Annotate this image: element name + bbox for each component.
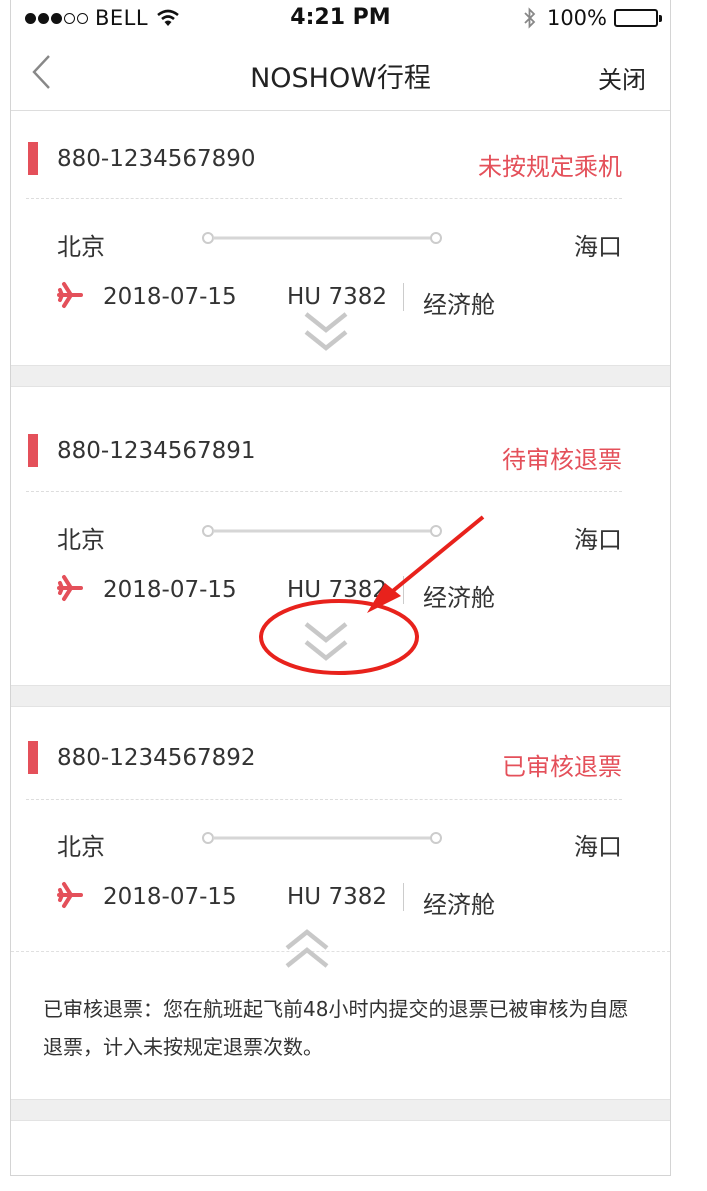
- route-line: [202, 232, 442, 244]
- cabin-class: 经济舱: [423, 291, 495, 319]
- origin-city: 北京: [57, 233, 105, 261]
- separator: [403, 283, 404, 311]
- cabin-class: 经济舱: [423, 584, 495, 612]
- route-line: [202, 832, 442, 844]
- status-explanation: 已审核退票：您在航班起飞前48小时内提交的退票已被审核为自愿退票，计入未按规定退…: [43, 997, 629, 1059]
- trip-status: 未按规定乘机: [478, 153, 622, 181]
- ticket-number: 880-1234567892: [57, 745, 256, 771]
- chevron-up-icon[interactable]: [284, 928, 330, 974]
- flight-date: 2018-07-15: [103, 884, 237, 910]
- card-separator: [11, 1099, 670, 1121]
- ticket-marker: [28, 741, 38, 774]
- divider: [26, 799, 622, 800]
- plane-icon: [57, 882, 83, 908]
- flight-number: HU 7382: [287, 284, 387, 310]
- flight-number: HU 7382: [287, 577, 387, 603]
- card-separator: [11, 365, 670, 387]
- plane-icon: [57, 282, 83, 308]
- card-separator: [11, 685, 670, 707]
- cabin-class: 经济舱: [423, 891, 495, 919]
- bluetooth-icon: [524, 7, 536, 29]
- separator: [403, 576, 404, 604]
- navigation-bar: NOSHOW行程 关闭: [11, 40, 670, 111]
- divider: [26, 491, 622, 492]
- flight-number: HU 7382: [287, 884, 387, 910]
- ticket-marker: [28, 434, 38, 467]
- plane-icon: [57, 575, 83, 601]
- separator: [403, 883, 404, 911]
- flight-date: 2018-07-15: [103, 284, 237, 310]
- divider: [26, 198, 622, 199]
- battery-icon: [614, 9, 662, 27]
- trip-status: 待审核退票: [502, 446, 622, 474]
- battery-percent: 100%: [546, 6, 607, 30]
- destination-city: 海口: [574, 833, 622, 861]
- status-right: 100%: [523, 6, 662, 30]
- destination-city: 海口: [574, 233, 622, 261]
- route-line: [202, 525, 442, 537]
- ticket-number: 880-1234567891: [57, 438, 256, 464]
- close-button[interactable]: 关闭: [598, 60, 646, 95]
- phone-screen: BELL 4:21 PM 100% NOSHOW行程 关闭 880-123456…: [10, 0, 671, 1176]
- ticket-number: 880-1234567890: [57, 146, 256, 172]
- chevron-down-icon[interactable]: [303, 620, 349, 666]
- origin-city: 北京: [57, 833, 105, 861]
- trip-status: 已审核退票: [502, 753, 622, 781]
- origin-city: 北京: [57, 526, 105, 554]
- chevron-down-icon[interactable]: [303, 310, 349, 356]
- divider: [11, 951, 670, 952]
- flight-date: 2018-07-15: [103, 577, 237, 603]
- destination-city: 海口: [574, 526, 622, 554]
- page-title: NOSHOW行程: [250, 63, 431, 94]
- ticket-marker: [28, 142, 38, 175]
- status-bar: BELL 4:21 PM 100%: [11, 0, 670, 40]
